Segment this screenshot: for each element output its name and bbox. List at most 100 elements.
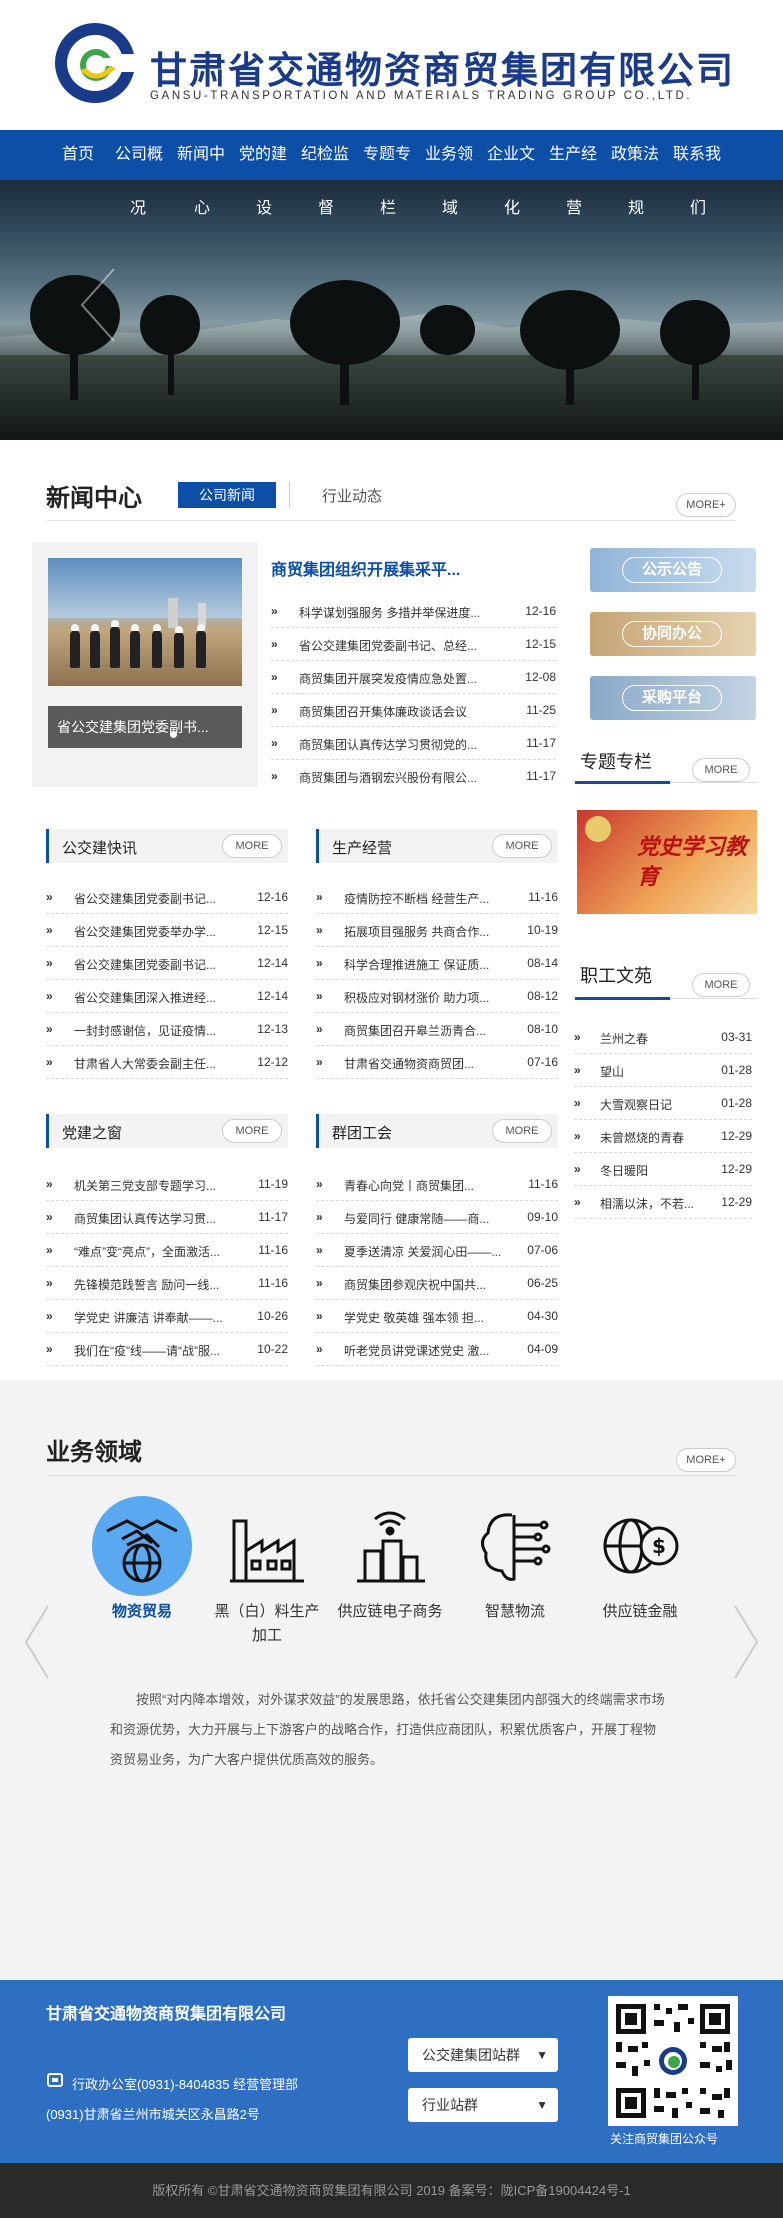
nav-contact[interactable]: 联系我 <box>673 130 721 180</box>
news-list-item[interactable]: » 商贸集团与酒钢宏兴股份有限公... 11-17 <box>271 760 556 793</box>
block-list-item[interactable]: » 学党史 讲廉洁 讲奉献——... 10-26 <box>46 1300 288 1333</box>
block-list-item[interactable]: » 拓展项目强服务 共商合作... 10-19 <box>316 914 558 947</box>
office-button[interactable]: 协同办公 <box>590 612 756 656</box>
tab-industry-news[interactable]: 行业动态 <box>322 485 382 506</box>
staff-list-item[interactable]: » 冬日暖阳 12-29 <box>574 1153 752 1186</box>
business-item-label[interactable]: 黑（白）料生产 <box>200 1600 334 1621</box>
notice-button[interactable]: 公示公告 <box>590 548 756 592</box>
news-list-item[interactable]: » 商贸集团开展突发疫情应急处置... 12-08 <box>271 661 556 694</box>
staff-list-item[interactable]: » 大雪观察日记 01-28 <box>574 1087 752 1120</box>
brain-circuit-icon[interactable] <box>470 1501 560 1591</box>
industry-sites-select[interactable]: 行业站群 ▼ <box>408 2088 558 2122</box>
banner-prev-arrow-icon[interactable] <box>78 265 118 345</box>
staff-list-item[interactable]: » 未曾燃烧的青春 12-29 <box>574 1120 752 1153</box>
block-title: 群团工会 <box>332 1125 393 1142</box>
subnav-item[interactable]: 设 <box>256 194 272 218</box>
block-more-button[interactable]: MORE <box>492 1119 552 1143</box>
business-item-label[interactable]: 供应链金融 <box>590 1600 690 1621</box>
featured-headline[interactable]: 商贸集团组织开展集采平... <box>271 556 460 580</box>
company-name: 甘肃省交通物资商贸集团有限公司 <box>150 50 735 91</box>
block-list-item[interactable]: » 先锋模范践誓言 励问一线... 11-16 <box>46 1267 288 1300</box>
block-list-item[interactable]: » 一封封感谢信，见证疫情... 12-13 <box>46 1013 288 1046</box>
footer-company-name: 甘肃省交通物资商贸集团有限公司 <box>46 2006 287 2023</box>
subnav-item[interactable]: 况 <box>130 194 146 218</box>
business-prev-arrow-icon[interactable] <box>22 1602 52 1682</box>
block-list-item[interactable]: » 省公交建集团深入推进经... 12-14 <box>46 980 288 1013</box>
subnav-item[interactable]: 栏 <box>380 194 396 218</box>
block-more-button[interactable]: MORE <box>222 834 282 858</box>
factory-icon[interactable] <box>222 1501 312 1591</box>
business-more-button[interactable]: MORE+ <box>676 1448 736 1472</box>
news-list-item[interactable]: » 商贸集团认真传达学习贯彻党的... 11-17 <box>271 727 556 760</box>
subnav-item[interactable]: 营 <box>566 194 582 218</box>
industry-sites-select-value: 行业站群 <box>422 2097 478 2113</box>
nav-culture[interactable]: 企业文 <box>487 130 535 180</box>
news-photo-caption[interactable]: 省公交建集团党委副书... <box>48 706 242 748</box>
business-item-label[interactable]: 供应链电子商务 <box>320 1600 460 1621</box>
block-list-item[interactable]: » 科学合理推进施工 保证质... 08-14 <box>316 947 558 980</box>
block-title: 生产经营 <box>332 840 393 857</box>
block-list-item[interactable]: » 疫情防控不断档 经营生产... 11-16 <box>316 881 558 914</box>
subnav-item[interactable]: 化 <box>504 194 520 218</box>
staff-more-button[interactable]: MORE <box>692 973 750 997</box>
block-list-item[interactable]: » 夏季送清凉 关爱润心田——... 07-06 <box>316 1234 558 1267</box>
subnav-item[interactable]: 域 <box>442 194 458 218</box>
group-sites-select[interactable]: 公交建集团站群 ▼ <box>408 2038 558 2072</box>
block-more-button[interactable]: MORE <box>222 1119 282 1143</box>
news-list-item[interactable]: » 科学谋划强服务 多措并举保进度... 12-16 <box>271 595 556 628</box>
party-history-banner[interactable]: 党史学习教育 <box>577 810 757 914</box>
news-list-item[interactable]: » 商贸集团召开集体廉政谈话会议 11-25 <box>271 694 556 727</box>
business-item-label[interactable]: 智慧物流 <box>465 1600 565 1621</box>
company-logo[interactable] <box>50 18 140 108</box>
double-chevron-icon: » <box>574 1129 581 1143</box>
block-list-item[interactable]: » 甘肃省交通物资商贸团... 07-16 <box>316 1046 558 1079</box>
nav-special[interactable]: 专题专 <box>363 130 411 180</box>
business-item-label[interactable]: 物资贸易 <box>92 1600 192 1621</box>
block-list-item[interactable]: » 听老党员讲党课述党史 激... 04-09 <box>316 1333 558 1366</box>
nav-party[interactable]: 党的建 <box>239 130 287 180</box>
business-next-arrow-icon[interactable] <box>731 1602 761 1682</box>
block-list-item[interactable]: » 甘肃省人大常委会副主任... 12-12 <box>46 1046 288 1079</box>
business-item-label-line2[interactable]: 加工 <box>200 1624 334 1645</box>
nav-discipline[interactable]: 纪检监 <box>301 130 349 180</box>
nav-policy[interactable]: 政策法 <box>611 130 659 180</box>
subnav-item[interactable]: 督 <box>318 194 334 218</box>
nav-production[interactable]: 生产经 <box>549 130 597 180</box>
globe-dollar-icon[interactable]: $ <box>595 1501 685 1591</box>
double-chevron-icon: » <box>574 1030 581 1044</box>
footer-address: (0931)甘肃省兰州市城关区永昌路2号 <box>46 2107 260 2122</box>
nav-news[interactable]: 新闻中 <box>177 130 225 180</box>
block-list-item[interactable]: » 商贸集团参观庆祝中国共... 06-25 <box>316 1267 558 1300</box>
nav-business[interactable]: 业务领 <box>425 130 473 180</box>
block-list-item[interactable]: » 省公交建集团党委举办学... 12-15 <box>46 914 288 947</box>
block-list-item[interactable]: » 商贸集团认真传达学习贯... 11-17 <box>46 1201 288 1234</box>
procurement-button[interactable]: 采购平台 <box>590 676 756 720</box>
block-list-item[interactable]: » 省公交建集团党委副书记... 12-16 <box>46 881 288 914</box>
block-list-item[interactable]: » 积极应对钢材涨价 助力项... 08-12 <box>316 980 558 1013</box>
carousel-dot[interactable] <box>170 731 177 738</box>
staff-list-item[interactable]: » 望山 01-28 <box>574 1054 752 1087</box>
tab-company-news[interactable]: 公司新闻 <box>178 482 276 508</box>
block-list-item[interactable]: » 学党史 敬英雄 强本领 担... 04-30 <box>316 1300 558 1333</box>
handshake-globe-icon[interactable] <box>97 1501 187 1591</box>
nav-home[interactable]: 首页 <box>62 130 94 180</box>
block-list-item[interactable]: » 青春心向党丨商贸集团... 11-16 <box>316 1168 558 1201</box>
block-list-item[interactable]: » 与爱同行 健康常随——商... 09-10 <box>316 1201 558 1234</box>
block-list-item[interactable]: » 商贸集团召开皋兰沥青合... 08-10 <box>316 1013 558 1046</box>
news-photo[interactable] <box>48 558 242 686</box>
nav-about[interactable]: 公司概 <box>115 130 163 180</box>
news-more-button[interactable]: MORE+ <box>676 493 736 517</box>
block-list-item[interactable]: » 机关第三党支部专题学习... 11-19 <box>46 1168 288 1201</box>
special-more-button[interactable]: MORE <box>692 758 750 782</box>
subnav-item[interactable]: 规 <box>628 194 644 218</box>
subnav-item[interactable]: 们 <box>690 194 706 218</box>
block-list-item[interactable]: » “难点”变“亮点”，全面激活... 11-16 <box>46 1234 288 1267</box>
ecommerce-building-icon[interactable] <box>345 1501 435 1591</box>
block-list-item[interactable]: » 省公交建集团党委副书记... 12-14 <box>46 947 288 980</box>
staff-list-item[interactable]: » 相濡以沫，不若... 12-29 <box>574 1186 752 1219</box>
block-list-item[interactable]: » 我们在“疫”线——请“战”服... 10-22 <box>46 1333 288 1366</box>
block-more-button[interactable]: MORE <box>492 834 552 858</box>
subnav-item[interactable]: 心 <box>194 194 210 218</box>
news-list-item[interactable]: » 省公交建集团党委副书记、总经... 12-15 <box>271 628 556 661</box>
staff-list-item[interactable]: » 兰州之春 03-31 <box>574 1021 752 1054</box>
